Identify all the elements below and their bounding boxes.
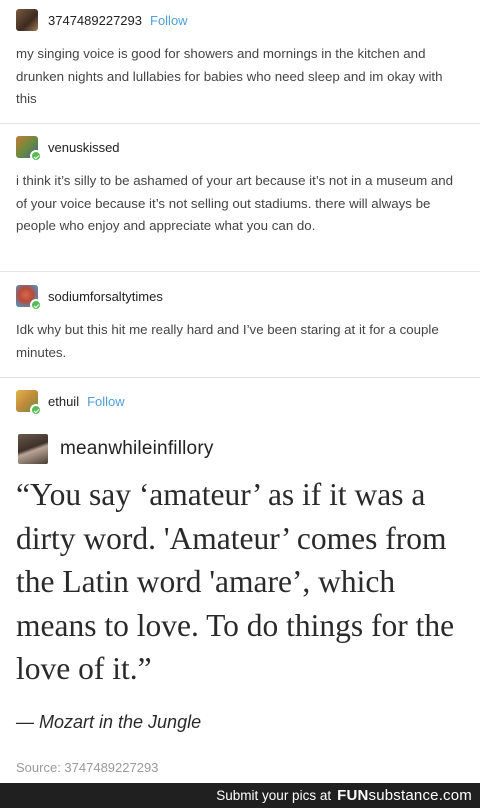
- post-2-username[interactable]: venuskissed: [48, 140, 120, 155]
- source-link[interactable]: Source: 3747489227293: [16, 760, 158, 775]
- post-2-reblog-badge-icon: [30, 150, 42, 162]
- quote-attribution: — Mozart in the Jungle: [16, 712, 202, 732]
- divider: [0, 377, 480, 378]
- post-3-avatar[interactable]: [16, 285, 42, 311]
- footer-text: Submit your pics at: [216, 788, 332, 803]
- quote-username: meanwhileinfillory: [60, 438, 214, 459]
- divider: [0, 271, 480, 272]
- post-4-follow-link[interactable]: Follow: [87, 394, 125, 409]
- post-3-reblog-badge-icon: [30, 299, 42, 311]
- post-3-text: Idk why but this hit me really hard and …: [16, 322, 439, 360]
- post-1-header: 3747489227293 Follow: [16, 8, 188, 32]
- post-2-header: venuskissed: [16, 135, 120, 162]
- post-3-username[interactable]: sodiumforsaltytimes: [48, 289, 163, 304]
- quote-header: meanwhileinfillory: [18, 434, 214, 464]
- divider: [0, 123, 480, 124]
- post-2-text: i think it’s silly to be ashamed of your…: [16, 173, 454, 233]
- post-4-avatar[interactable]: [16, 390, 42, 416]
- post-1-username[interactable]: 3747489227293: [48, 13, 142, 28]
- post-1-avatar[interactable]: [16, 9, 38, 31]
- post-4-username[interactable]: ethuil: [48, 394, 79, 409]
- post-3-header: sodiumforsaltytimes: [16, 284, 163, 311]
- post-2-avatar[interactable]: [16, 136, 42, 162]
- post-1-follow-link[interactable]: Follow: [150, 13, 188, 28]
- post-1-text: my singing voice is good for showers and…: [16, 46, 443, 106]
- footer-brand[interactable]: FUNsubstance.com: [337, 787, 472, 804]
- footer-brand-rest: substance.com: [368, 787, 472, 804]
- post-4-header: ethuil Follow: [16, 389, 125, 416]
- quote-avatar: [18, 434, 48, 464]
- footer-brand-bold: FUN: [337, 787, 369, 804]
- post-4-reblog-badge-icon: [30, 404, 42, 416]
- watermark-footer: Submit your pics at FUNsubstance.com: [0, 783, 480, 808]
- quote-text: “You say ‘amateur’ as if it was a dirty …: [16, 477, 455, 686]
